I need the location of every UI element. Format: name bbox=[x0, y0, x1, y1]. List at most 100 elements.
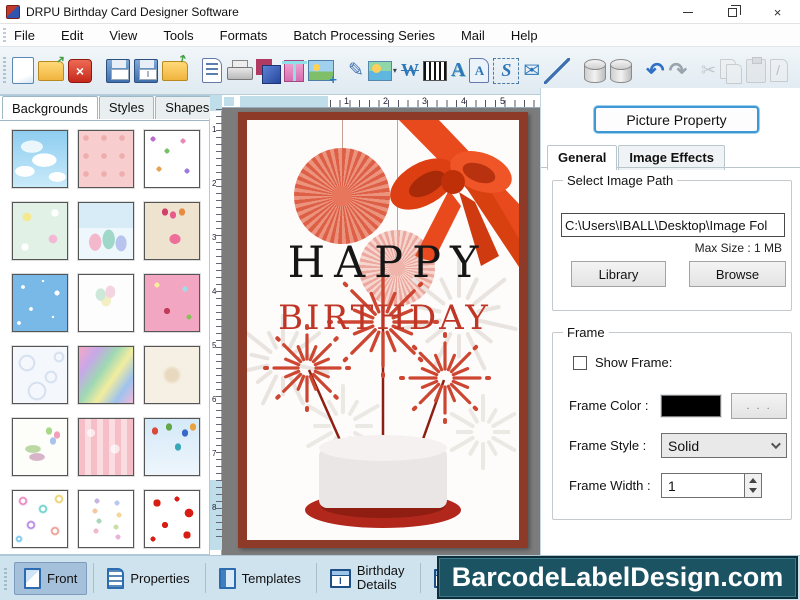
show-frame-label: Show Frame: bbox=[595, 355, 672, 370]
pen-icon: ✎ bbox=[348, 59, 364, 82]
toolbar-grip bbox=[4, 568, 7, 590]
print-preview-icon[interactable] bbox=[202, 56, 222, 86]
ruler-number: 8 bbox=[212, 503, 216, 512]
insert-image-icon[interactable] bbox=[308, 56, 334, 86]
save-icon[interactable] bbox=[106, 56, 130, 86]
save-as-icon bbox=[134, 59, 158, 83]
background-thumbnail-happy-birthday-balloons[interactable] bbox=[12, 418, 68, 476]
background-thumbnail-beige-balloons-pink-bird[interactable] bbox=[144, 202, 200, 260]
frame-style-select[interactable]: Solid bbox=[661, 433, 787, 458]
open-folder-icon bbox=[38, 61, 64, 81]
background-thumbnail-pastel-daisies[interactable] bbox=[12, 202, 68, 260]
gift-icon[interactable] bbox=[284, 56, 304, 86]
frame-width-value: 1 bbox=[668, 478, 676, 494]
tab-templates[interactable]: Templates bbox=[210, 563, 310, 594]
library-button[interactable]: Library bbox=[571, 261, 666, 287]
background-thumbnail-red-hearts-white[interactable] bbox=[144, 490, 200, 548]
watermark-icon[interactable]: W bbox=[401, 56, 419, 86]
design-canvas[interactable]: 12345 bbox=[222, 95, 540, 555]
database-icon[interactable] bbox=[584, 56, 606, 86]
background-thumbnail-cream-teddy-bear[interactable] bbox=[144, 346, 200, 404]
menu-item-mail[interactable]: Mail bbox=[461, 28, 485, 43]
backgrounds-panel: BackgroundsStylesShapes bbox=[0, 95, 210, 555]
bow-knot bbox=[441, 170, 465, 194]
ruler-highlight bbox=[240, 96, 328, 107]
signature-icon[interactable]: S bbox=[493, 56, 519, 86]
redo-icon[interactable]: ↷ bbox=[669, 56, 687, 86]
card-text-happy[interactable]: HAPPY bbox=[247, 238, 519, 288]
background-thumbnail-rainbow-pastel-swirl[interactable] bbox=[78, 346, 134, 404]
menu-item-edit[interactable]: Edit bbox=[61, 28, 83, 43]
tab-separator bbox=[316, 563, 317, 593]
menu-item-batch-processing-series[interactable]: Batch Processing Series bbox=[293, 28, 435, 43]
background-thumbnail-sky-colorful-balloons[interactable] bbox=[144, 418, 200, 476]
frame-width-input[interactable]: 1 bbox=[661, 473, 745, 498]
database-plain-icon[interactable] bbox=[610, 56, 632, 86]
ruler-number: 1 bbox=[344, 96, 349, 106]
background-thumbnail-soap-bubbles[interactable] bbox=[12, 346, 68, 404]
frame-color-label: Frame Color : bbox=[569, 398, 648, 413]
line-icon bbox=[544, 58, 570, 84]
cut-icon: ✂ bbox=[701, 60, 716, 81]
mail-icon[interactable]: ✉ bbox=[523, 56, 540, 86]
tab-general[interactable]: General bbox=[547, 145, 617, 170]
paste-icon bbox=[746, 56, 766, 86]
tab-label: Properties bbox=[130, 571, 189, 586]
new-document-icon[interactable] bbox=[12, 56, 34, 86]
background-thumbnail-pastel-balloon-columns[interactable] bbox=[78, 490, 134, 548]
undo-icon[interactable]: ↶ bbox=[646, 56, 664, 86]
pen-icon[interactable]: ✎ bbox=[348, 56, 364, 86]
tab-styles[interactable]: Styles bbox=[99, 96, 154, 119]
birthday-card-preview[interactable]: HAPPY BIRTHDAY bbox=[238, 112, 528, 548]
website-banner[interactable]: BarcodeLabelDesign.com bbox=[437, 556, 798, 599]
image-path-input[interactable] bbox=[561, 213, 785, 237]
background-thumbnail-blue-white-stars[interactable] bbox=[12, 274, 68, 332]
tab-properties[interactable]: Properties bbox=[98, 563, 198, 594]
background-thumbnail-grid bbox=[0, 120, 209, 555]
close-file-icon[interactable]: × bbox=[68, 56, 92, 86]
picture-shape-icon[interactable]: ▾ bbox=[368, 56, 397, 86]
tab-front[interactable]: Front bbox=[14, 562, 87, 595]
background-thumbnail-butterflies-flowers-white[interactable] bbox=[144, 130, 200, 188]
background-thumbnail-pink-birthday-cakes[interactable] bbox=[144, 274, 200, 332]
print-icon bbox=[226, 60, 252, 82]
show-frame-checkbox[interactable] bbox=[573, 356, 587, 370]
line-icon[interactable] bbox=[544, 56, 570, 86]
frame-width-spinner[interactable] bbox=[745, 473, 762, 498]
tab-separator bbox=[205, 563, 206, 593]
open-folder-icon[interactable] bbox=[38, 56, 64, 86]
minimize-button[interactable] bbox=[665, 0, 710, 24]
banner-text: BarcodeLabelDesign.com bbox=[452, 562, 784, 593]
barcode-icon[interactable] bbox=[423, 56, 447, 86]
browse-button[interactable]: Browse bbox=[689, 261, 786, 287]
menu-item-formats[interactable]: Formats bbox=[220, 28, 268, 43]
menu-item-tools[interactable]: Tools bbox=[163, 28, 193, 43]
menu-item-file[interactable]: File bbox=[14, 28, 35, 43]
background-thumbnail-blue-sky-clouds[interactable] bbox=[12, 130, 68, 188]
background-thumbnail-pink-heart-curtain[interactable] bbox=[78, 418, 134, 476]
undo-icon: ↶ bbox=[646, 58, 664, 84]
restore-button[interactable] bbox=[710, 0, 755, 24]
background-thumbnail-faint-pastel-balloons[interactable] bbox=[78, 274, 134, 332]
text-page-icon[interactable]: A bbox=[469, 56, 489, 86]
save-as-icon[interactable] bbox=[134, 56, 158, 86]
background-thumbnail-pink-hearts-texture[interactable] bbox=[78, 130, 134, 188]
copies-icon[interactable] bbox=[256, 56, 280, 86]
export-folder-icon[interactable] bbox=[162, 56, 188, 86]
close-file-icon: × bbox=[68, 59, 92, 83]
text-icon[interactable]: A bbox=[451, 56, 465, 86]
background-thumbnail-colorful-heart-outlines[interactable] bbox=[12, 490, 68, 548]
text-icon: A bbox=[451, 59, 465, 82]
database-icon bbox=[584, 59, 606, 83]
close-button[interactable]: × bbox=[755, 0, 800, 24]
menu-bar: File Edit View Tools Formats Batch Processing… bbox=[0, 24, 800, 47]
frame-color-picker-button[interactable]: . . . bbox=[731, 393, 787, 419]
background-thumbnail-pastel-winter-teddies[interactable] bbox=[78, 202, 134, 260]
print-icon[interactable] bbox=[226, 56, 252, 86]
tab-backgrounds[interactable]: Backgrounds bbox=[2, 96, 98, 119]
card-text-birthday[interactable]: BIRTHDAY bbox=[247, 298, 519, 338]
menu-item-view[interactable]: View bbox=[109, 28, 137, 43]
menu-item-help[interactable]: Help bbox=[511, 28, 538, 43]
tab-birthday-details[interactable]: BirthdayDetails bbox=[321, 559, 414, 596]
picture-property-button[interactable]: Picture Property bbox=[594, 106, 759, 133]
